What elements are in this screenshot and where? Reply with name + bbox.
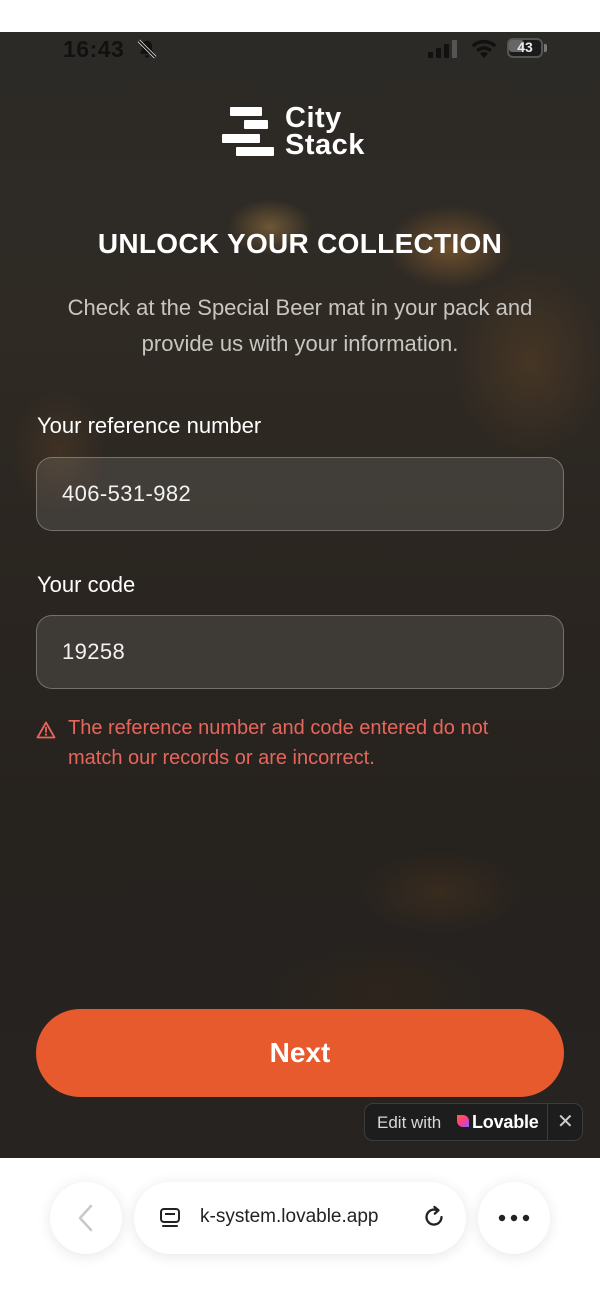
close-icon[interactable]: ✕ <box>557 1109 574 1134</box>
lovable-heart-icon <box>457 1115 469 1127</box>
bell-slash-icon <box>137 39 157 59</box>
badge-divider <box>547 1104 548 1140</box>
status-time: 16:43 <box>63 36 125 62</box>
wifi-icon <box>471 39 497 58</box>
battery-level: 43 <box>517 39 533 55</box>
lovable-brand: Lovable <box>472 1112 539 1132</box>
tab-overview-icon <box>160 1208 180 1227</box>
error-text: The reference number and code entered do… <box>68 717 489 769</box>
address-bar[interactable]: k-system.lovable.app <box>134 1182 466 1254</box>
city-stack-logo: City Stack <box>222 102 382 161</box>
reference-number-value: 406-531-982 <box>62 481 192 506</box>
logo-wordmark: City Stack <box>285 102 365 161</box>
logo-line-1: City <box>285 102 342 134</box>
browser-toolbar: k-system.lovable.app <box>0 1158 600 1304</box>
edit-with-lovable-badge[interactable]: Edit with Lovable ✕ <box>364 1103 583 1141</box>
back-button[interactable] <box>50 1182 122 1254</box>
app-screen: 16:43 43 City Stack UNLOCK YOUR COLLECTI… <box>0 32 600 1158</box>
stack-bars-icon <box>222 107 274 156</box>
reference-number-input[interactable]: 406-531-982 <box>36 457 564 531</box>
next-button[interactable]: Next <box>36 1009 564 1097</box>
reference-number-label: Your reference number <box>37 413 262 438</box>
next-button-label: Next <box>269 1037 331 1068</box>
code-label: Your code <box>37 572 136 597</box>
code-input[interactable]: 19258 <box>36 615 564 689</box>
signal-icon <box>428 40 457 58</box>
status-bar: 16:43 43 <box>0 32 600 66</box>
warning-icon <box>36 721 56 739</box>
logo-line-2: Stack <box>285 129 365 161</box>
page-subtitle: Check at the Special Beer mat in your pa… <box>67 295 533 356</box>
top-safe-area <box>0 0 600 32</box>
chevron-left-icon <box>78 1204 93 1232</box>
battery-icon: 43 <box>507 38 547 58</box>
more-dots-icon <box>498 1214 530 1222</box>
more-button[interactable] <box>478 1182 550 1254</box>
code-value: 19258 <box>62 639 126 664</box>
page-title: UNLOCK YOUR COLLECTION <box>97 228 503 259</box>
lovable-prefix: Edit with <box>377 1113 442 1132</box>
reload-icon[interactable] <box>421 1204 447 1230</box>
url-text: k-system.lovable.app <box>200 1206 379 1227</box>
